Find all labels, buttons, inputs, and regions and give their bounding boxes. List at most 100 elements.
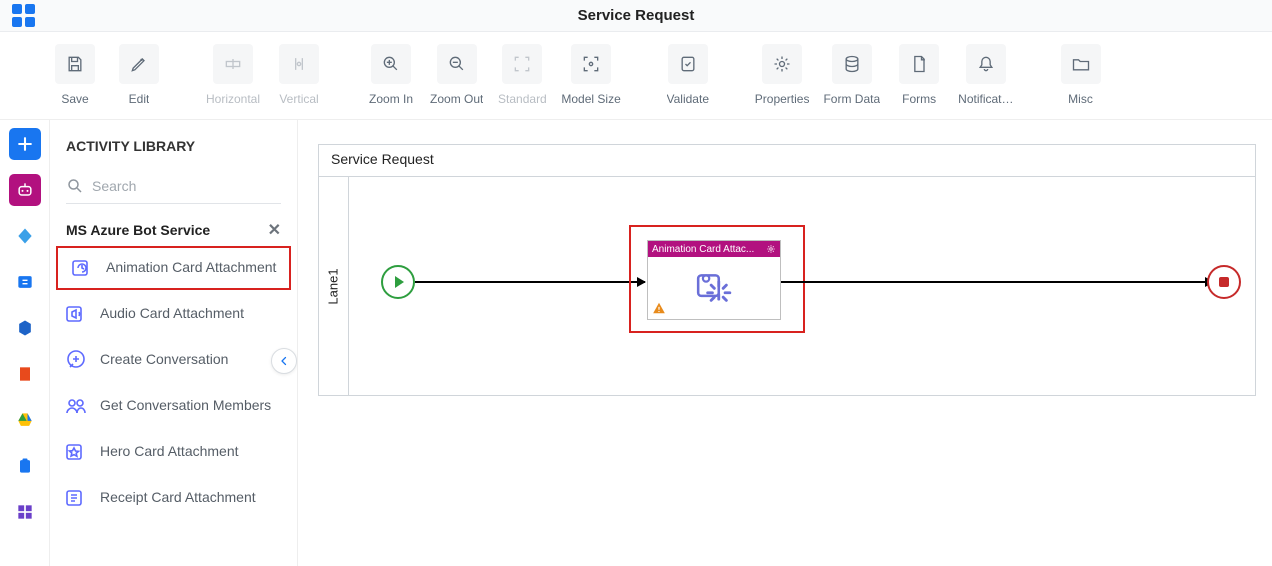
robot-icon <box>15 180 35 200</box>
model-size-label: Model Size <box>561 92 620 106</box>
spinner-icon <box>70 256 94 280</box>
library-item-animation-card[interactable]: Animation Card Attachment <box>56 246 291 290</box>
close-group-icon[interactable]: ✕ <box>268 220 281 240</box>
play-icon <box>395 276 404 288</box>
library-item-receipt-card[interactable]: Receipt Card Attachment <box>50 476 297 520</box>
rail-item-6[interactable] <box>9 358 41 390</box>
rail-item-8[interactable] <box>9 450 41 482</box>
connector-2[interactable] <box>781 281 1213 283</box>
zoom-in-label: Zoom In <box>369 92 413 106</box>
library-item-get-members[interactable]: Get Conversation Members <box>50 384 297 428</box>
clipboard-icon <box>15 456 35 476</box>
form-data-label: Form Data <box>823 92 880 106</box>
notifications-button[interactable]: Notificat… <box>952 40 1019 106</box>
side-rail <box>0 120 50 566</box>
rail-item-9[interactable] <box>9 496 41 528</box>
rail-item-7[interactable] <box>9 404 41 436</box>
library-item-label: Get Conversation Members <box>100 397 271 415</box>
collapse-panel-button[interactable] <box>271 348 297 374</box>
library-item-label: Receipt Card Attachment <box>100 489 256 507</box>
library-item-label: Create Conversation <box>100 351 228 369</box>
hex-icon <box>15 318 35 338</box>
end-node[interactable] <box>1207 265 1241 299</box>
activity-library-panel: ACTIVITY LIBRARY MS Azure Bot Service ✕ … <box>50 120 298 566</box>
connector-1[interactable] <box>415 281 645 283</box>
database-icon <box>842 54 862 74</box>
flow-area[interactable]: Animation Card Attac... <box>349 177 1255 395</box>
add-button[interactable] <box>9 128 41 160</box>
zoom-in-icon <box>381 54 401 74</box>
validate-button[interactable]: Validate <box>657 40 719 106</box>
apps-grid-icon[interactable] <box>12 4 36 28</box>
warning-icon <box>652 301 666 315</box>
vertical-button: Vertical <box>268 40 330 106</box>
library-items-list: Animation Card Attachment Audio Card Att… <box>50 246 297 522</box>
form-data-button[interactable]: Form Data <box>817 40 886 106</box>
notifications-label: Notificat… <box>958 92 1013 106</box>
validate-label: Validate <box>667 92 709 106</box>
zoom-out-button[interactable]: Zoom Out <box>424 40 489 106</box>
library-item-audio-card[interactable]: Audio Card Attachment <box>50 292 297 336</box>
vertical-icon <box>289 54 309 74</box>
plus-icon <box>15 134 35 154</box>
office-icon <box>15 364 35 384</box>
save-label: Save <box>61 92 88 106</box>
receipt-icon <box>64 486 88 510</box>
activity-header: Animation Card Attac... <box>648 241 780 257</box>
library-group-name: MS Azure Bot Service <box>66 222 210 238</box>
properties-label: Properties <box>755 92 810 106</box>
bell-icon <box>976 54 996 74</box>
gear-icon[interactable] <box>766 244 776 254</box>
start-node[interactable] <box>381 265 415 299</box>
toolbar: Save Edit Horizontal Vertical Zoom In Zo… <box>0 32 1272 120</box>
library-group-header: MS Azure Bot Service ✕ <box>50 204 297 246</box>
chat-plus-icon <box>64 348 88 372</box>
save-button[interactable]: Save <box>44 40 106 106</box>
rail-item-3[interactable] <box>9 220 41 252</box>
zoom-in-button[interactable]: Zoom In <box>360 40 422 106</box>
library-search[interactable] <box>66 168 281 204</box>
edit-button[interactable]: Edit <box>108 40 170 106</box>
misc-button[interactable]: Misc <box>1050 40 1112 106</box>
search-icon <box>66 177 84 195</box>
properties-button[interactable]: Properties <box>749 40 816 106</box>
audio-icon <box>64 302 88 326</box>
forms-button[interactable]: Forms <box>888 40 950 106</box>
lane-label: Lane1 <box>319 177 349 395</box>
diamond-icon <box>15 226 35 246</box>
edit-label: Edit <box>129 92 150 106</box>
model-size-button[interactable]: Model Size <box>555 40 626 106</box>
title-bar: Service Request <box>0 0 1272 32</box>
document-icon <box>909 54 929 74</box>
library-item-hero-card[interactable]: Hero Card Attachment <box>50 430 297 474</box>
exchange-icon <box>15 272 35 292</box>
activity-node-animation-card[interactable]: Animation Card Attac... <box>647 240 781 320</box>
gear-icon <box>772 54 792 74</box>
lane-name: Lane1 <box>326 268 341 304</box>
zoom-out-icon <box>447 54 467 74</box>
diagram-title: Service Request <box>319 145 1255 177</box>
rail-item-5[interactable] <box>9 312 41 344</box>
vertical-label: Vertical <box>279 92 318 106</box>
rail-bot-icon[interactable] <box>9 174 41 206</box>
validate-icon <box>678 54 698 74</box>
users-icon <box>64 394 88 418</box>
horizontal-icon <box>223 54 243 74</box>
rail-item-4[interactable] <box>9 266 41 298</box>
star-card-icon <box>64 440 88 464</box>
chevron-left-icon <box>278 355 290 367</box>
attachment-spinner-icon <box>695 269 733 307</box>
library-item-label: Animation Card Attachment <box>106 259 276 277</box>
main-area: ACTIVITY LIBRARY MS Azure Bot Service ✕ … <box>0 120 1272 566</box>
library-item-label: Hero Card Attachment <box>100 443 239 461</box>
library-item-create-conversation[interactable]: Create Conversation <box>50 338 297 382</box>
frame-icon <box>512 54 532 74</box>
library-title: ACTIVITY LIBRARY <box>50 120 297 162</box>
search-input[interactable] <box>92 178 281 194</box>
process-canvas[interactable]: Service Request Lane1 Animation Card Att… <box>298 120 1272 566</box>
folder-icon <box>1071 54 1091 74</box>
grid-icon <box>15 502 35 522</box>
save-icon <box>65 54 85 74</box>
standard-zoom-button: Standard <box>491 40 553 106</box>
expand-icon <box>581 54 601 74</box>
